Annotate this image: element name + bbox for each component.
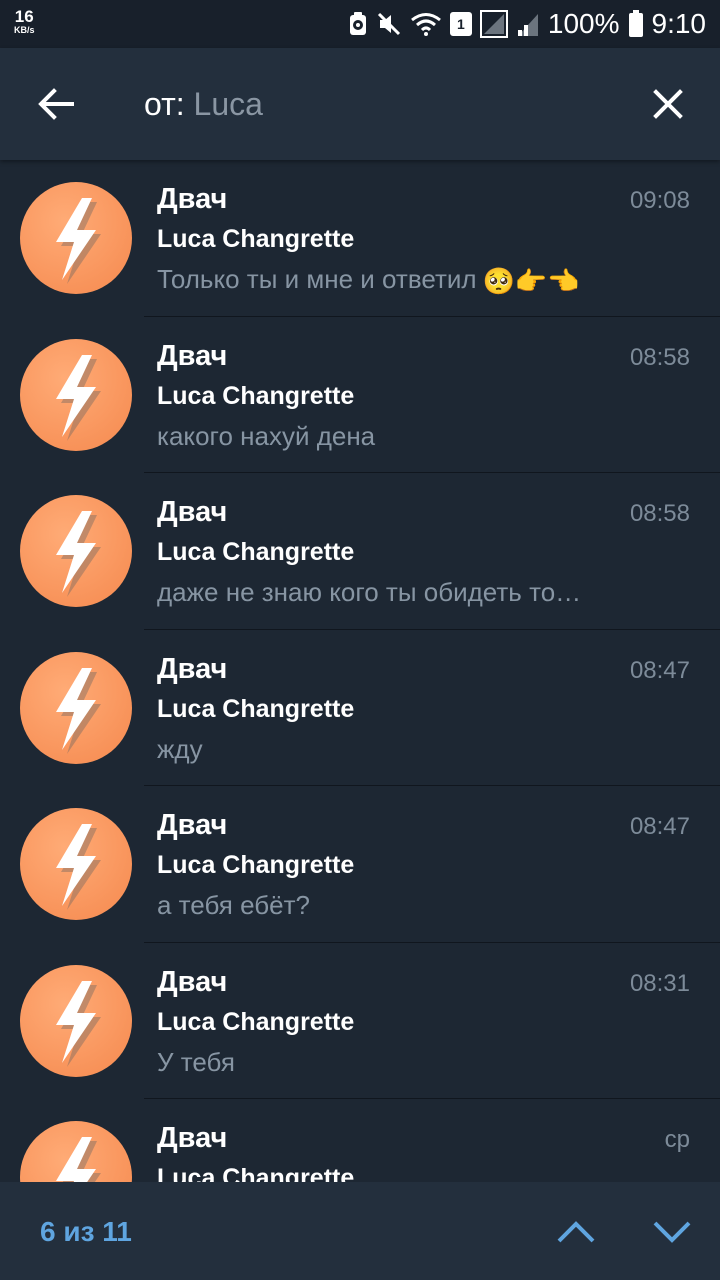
chat-avatar	[20, 182, 132, 294]
lightning-bolt-icon	[56, 198, 101, 284]
sim-slot-badge: 1	[449, 12, 472, 36]
chat-avatar	[20, 651, 132, 764]
message-text: даже не знаю кого ты обидеть то…	[157, 577, 582, 607]
app-bar: от: Luca	[0, 48, 720, 160]
signal-icon-2	[516, 10, 540, 38]
message-text: жду	[157, 733, 203, 764]
chat-avatar	[20, 808, 132, 920]
message-sender: Luca Changrette	[157, 1007, 355, 1036]
lightning-bolt-icon	[56, 667, 101, 754]
search-result-item[interactable]: Двач 08:47 Luca Changrette а тебя ебёт?	[0, 786, 720, 943]
chat-avatar	[20, 964, 132, 1077]
message-preview: какого нахуй дена	[157, 419, 657, 453]
chat-title: Двач	[157, 183, 228, 215]
message-time: 08:47	[629, 813, 690, 840]
network-speed-value: 16	[14, 7, 34, 26]
lightning-bolt-icon	[56, 511, 101, 597]
battery-icon	[628, 10, 644, 38]
message-time: 08:47	[629, 656, 690, 684]
message-preview: У тебя	[157, 1045, 657, 1079]
clock: 9:10	[651, 8, 707, 39]
message-time: 08:58	[629, 500, 690, 527]
search-result-item[interactable]: Двач 08:31 Luca Changrette У тебя	[0, 943, 720, 1099]
battery-percent: 100%	[547, 8, 620, 39]
search-input[interactable]: от: Luca	[144, 82, 263, 126]
status-bar: 16 KB/s 1 100% 9:10	[0, 0, 720, 48]
chat-title: Двач	[157, 1122, 228, 1154]
back-button[interactable]	[28, 80, 84, 128]
wifi-icon	[410, 11, 442, 37]
search-filter-prefix: от:	[144, 86, 185, 122]
network-speed: 16 KB/s	[14, 8, 35, 35]
message-time: ср	[664, 1126, 690, 1153]
mute-icon	[376, 11, 402, 37]
message-preview: Только ты и мне и ответил 🥺👉👈	[157, 262, 657, 298]
search-result-item[interactable]: Двач ср Luca Changrette	[0, 1099, 720, 1182]
screen: 16 KB/s 1 100% 9:10 от: Luca Двач 09:08 …	[0, 0, 720, 1280]
message-text: а тебя ебёт?	[157, 890, 310, 920]
previous-result-button[interactable]	[550, 1206, 602, 1258]
message-time: 08:58	[629, 343, 690, 371]
chat-title: Двач	[157, 965, 228, 998]
chat-avatar	[20, 1121, 132, 1182]
search-result-item[interactable]: Двач 08:47 Luca Changrette жду	[0, 630, 720, 786]
message-sender: Luca Changrette	[157, 381, 355, 410]
message-preview: а тебя ебёт?	[157, 888, 657, 922]
lightning-bolt-icon	[56, 354, 101, 441]
emoji-group: 🥺👉👈	[482, 266, 580, 297]
chevron-up-icon	[557, 1221, 595, 1243]
search-result-item[interactable]: Двач 08:58 Luca Changrette какого нахуй …	[0, 317, 720, 473]
message-text: какого нахуй дена	[157, 420, 376, 451]
clear-search-button[interactable]	[642, 78, 694, 130]
search-results-list[interactable]: Двач 09:08 Luca Changrette Только ты и м…	[0, 160, 720, 1182]
message-text: Только ты и мне и ответил	[157, 264, 477, 294]
message-preview: даже не знаю кого ты обидеть то…	[157, 575, 657, 609]
message-preview: жду	[157, 732, 657, 766]
search-result-item[interactable]: Двач 08:58 Luca Changrette даже не знаю …	[0, 473, 720, 630]
signal-icon-1	[479, 10, 508, 38]
chevron-down-icon	[653, 1221, 691, 1243]
chat-avatar	[20, 495, 132, 607]
network-speed-unit: KB/s	[14, 25, 35, 35]
result-counter: 6 из 11	[40, 1216, 132, 1247]
lightning-bolt-icon	[56, 824, 101, 910]
message-time: 08:31	[629, 969, 690, 997]
message-sender: Luca Changrette	[157, 694, 355, 723]
message-sender: Luca Changrette	[157, 538, 355, 566]
search-query: Luca	[193, 86, 263, 122]
chat-title: Двач	[157, 496, 228, 528]
close-icon	[653, 89, 683, 119]
chat-title: Двач	[157, 809, 228, 841]
search-navigation-bar: 6 из 11	[0, 1182, 720, 1280]
message-time: 09:08	[629, 187, 690, 214]
chat-title: Двач	[157, 652, 228, 685]
message-text: У тебя	[157, 1046, 235, 1077]
lightning-bolt-icon	[56, 980, 101, 1067]
search-result-item[interactable]: Двач 09:08 Luca Changrette Только ты и м…	[0, 160, 720, 317]
chat-title: Двач	[157, 339, 228, 372]
message-sender: Luca Changrette	[157, 225, 355, 253]
status-icons: 1 100% 9:10	[348, 0, 706, 48]
data-saver-icon	[348, 11, 368, 37]
chat-avatar	[20, 338, 132, 451]
message-sender: Luca Changrette	[157, 851, 355, 879]
arrow-left-icon	[38, 88, 74, 120]
lightning-bolt-icon	[56, 1137, 101, 1182]
message-sender: Luca Changrette	[157, 1164, 355, 1182]
next-result-button[interactable]	[646, 1206, 698, 1258]
